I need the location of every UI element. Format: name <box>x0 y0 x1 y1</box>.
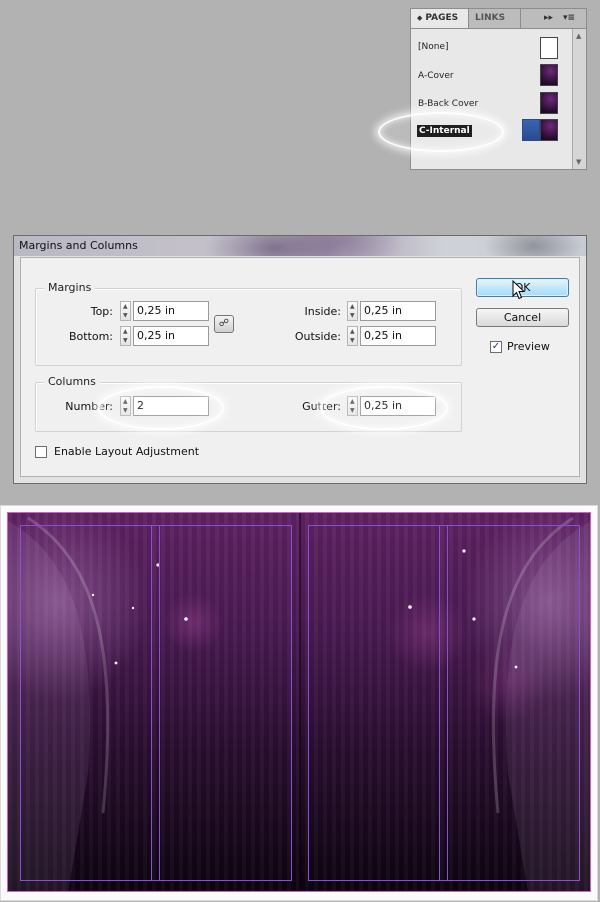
inside-input[interactable]: 0,25 in <box>360 301 436 321</box>
sparkle <box>514 665 518 669</box>
panel-tab-bar: ◆ PAGES LINKS ▸▸ ▾≡ <box>411 9 586 29</box>
highlight-ellipse <box>320 386 448 430</box>
stepper-down-icon: ▼ <box>123 312 128 319</box>
sparkle <box>408 605 412 609</box>
page-thumbnail <box>540 37 558 59</box>
sparkle <box>184 617 188 621</box>
chain-link-icon[interactable]: ☍ <box>214 315 234 333</box>
stepper-up-icon: ▲ <box>123 303 128 310</box>
sparkle <box>462 549 466 553</box>
inside-stepper[interactable]: ▲ ▼ <box>347 301 358 321</box>
dialog-body: Margins Top: ▲ ▼ 0,25 in Bottom: ▲ ▼ 0,25 … <box>20 257 580 477</box>
sparkles <box>91 549 518 669</box>
outside-stepper[interactable]: ▲ ▼ <box>347 326 358 346</box>
margins-and-columns-dialog: Margins and Columns Margins Top: ▲ ▼ 0,25… <box>13 235 587 484</box>
tab-pages[interactable]: ◆ PAGES <box>411 9 469 28</box>
stepper-up-icon: ▲ <box>350 303 355 310</box>
page-thumbnail-right <box>540 119 558 141</box>
enable-layout-adjustment-checkbox[interactable] <box>35 446 47 458</box>
sparkle <box>131 606 135 610</box>
curtain-right <box>506 521 590 891</box>
bottom-input[interactable]: 0,25 in <box>133 326 209 346</box>
preview-label: Preview <box>507 340 550 353</box>
stepper-down-icon: ▼ <box>123 337 128 344</box>
sparkle <box>114 661 118 665</box>
sparkle <box>472 617 476 621</box>
outside-label: Outside: <box>294 330 341 343</box>
spread-artwork <box>8 513 590 891</box>
columns-group-title: Columns <box>44 375 100 388</box>
page-thumbnail <box>540 92 558 114</box>
page-thumbnail <box>540 64 558 86</box>
page-item-label: [None] <box>418 42 449 52</box>
page-item-label: B-Back Cover <box>418 99 479 109</box>
tab-links[interactable]: LINKS <box>469 9 521 28</box>
double-arrow-icon[interactable]: ▸▸ <box>544 9 553 28</box>
preview-checkbox[interactable]: ✓ <box>490 341 502 353</box>
sparkle <box>91 593 95 597</box>
page-item-none[interactable]: [None] <box>411 35 571 63</box>
stepper-down-icon: ▼ <box>350 337 355 344</box>
mouse-cursor-icon <box>512 280 526 300</box>
panel-scrollbar[interactable]: ▲ ▼ <box>572 29 586 169</box>
panel-menu-icon[interactable]: ▾≡ <box>563 9 575 28</box>
document-spread <box>7 512 591 892</box>
enable-layout-adjustment-label: Enable Layout Adjustment <box>54 445 200 458</box>
margins-group-title: Margins <box>44 281 96 294</box>
highlight-ellipse <box>98 386 224 430</box>
page-item-a-cover[interactable]: A-Cover <box>411 63 571 91</box>
cancel-button[interactable]: Cancel <box>476 308 569 327</box>
page-thumbnail-left <box>522 119 540 141</box>
stepper-up-icon: ▲ <box>350 328 355 335</box>
top-input[interactable]: 0,25 in <box>133 301 209 321</box>
dialog-title: Margins and Columns <box>14 236 586 256</box>
bottom-label: Bottom: <box>68 330 113 343</box>
top-label: Top: <box>90 305 113 318</box>
stepper-down-icon: ▼ <box>350 312 355 319</box>
scroll-down-icon[interactable]: ▼ <box>576 158 581 166</box>
highlight-ellipse <box>378 112 504 152</box>
top-stepper[interactable]: ▲ ▼ <box>120 301 131 321</box>
stepper-up-icon: ▲ <box>123 328 128 335</box>
bottom-stepper[interactable]: ▲ ▼ <box>120 326 131 346</box>
page-item-label: A-Cover <box>418 71 454 81</box>
scroll-up-icon[interactable]: ▲ <box>576 32 581 40</box>
outside-input[interactable]: 0,25 in <box>360 326 436 346</box>
collapse-arrow-icon: ◆ <box>417 14 423 22</box>
inside-label: Inside: <box>304 305 341 318</box>
